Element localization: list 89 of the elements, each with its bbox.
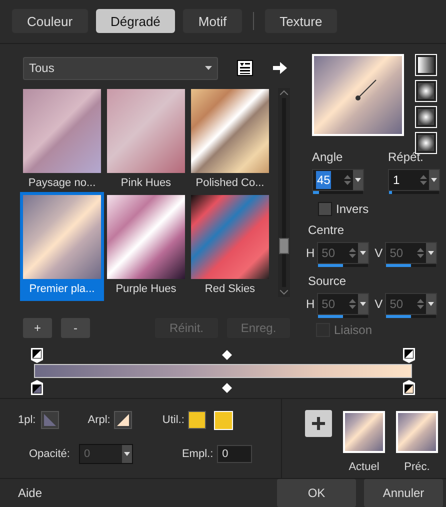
gradient-preview[interactable] — [312, 54, 404, 136]
dialog-button[interactable]: OK — [277, 478, 356, 507]
dropdown-caret-icon[interactable] — [429, 170, 439, 190]
spin-up-icon[interactable] — [416, 248, 424, 252]
field-label: V — [374, 296, 383, 313]
spin-up-icon[interactable] — [416, 298, 424, 303]
scroll-down-icon[interactable] — [280, 290, 288, 295]
gradient-tile[interactable]: Polished Co... — [188, 86, 272, 194]
dialog-button[interactable]: Annuler — [364, 478, 443, 507]
angle-handle-icon[interactable] — [354, 78, 378, 102]
field-label: V — [374, 244, 383, 262]
tab[interactable]: Texture — [264, 9, 338, 34]
midpoint-icon[interactable] — [222, 350, 232, 360]
gradient-swatch[interactable] — [343, 410, 385, 453]
field-label: Répét. — [388, 148, 424, 166]
gradient-swatch[interactable] — [396, 410, 438, 453]
tab[interactable]: Dégradé — [96, 9, 176, 34]
checkbox[interactable] — [318, 202, 332, 216]
help-link[interactable]: Aide — [18, 484, 42, 502]
gradient-bar[interactable] — [34, 364, 412, 378]
field-label: H — [306, 244, 315, 262]
list-view-icon[interactable] — [237, 60, 253, 76]
field-label: Source — [308, 272, 348, 290]
gradient-tile[interactable]: Red Skies — [188, 192, 272, 301]
gradient-tile[interactable]: Premier pla... — [20, 192, 104, 301]
gradient-style-icon[interactable] — [415, 54, 437, 76]
dropdown-caret-icon[interactable] — [358, 242, 368, 263]
tab[interactable]: Motif — [183, 9, 242, 34]
spin-field[interactable]: 45 — [312, 168, 364, 191]
color-stop-icon[interactable] — [402, 347, 416, 364]
spin-up-icon[interactable] — [420, 174, 427, 179]
gradient-name: Premier pla... — [29, 282, 95, 298]
color-label: 1pl: — [18, 413, 36, 428]
foreground-swatch-icon[interactable] — [40, 411, 59, 430]
checkbox-label: Liaison — [334, 322, 372, 339]
spin-field[interactable]: 1 — [388, 168, 440, 191]
stop-button[interactable]: + — [23, 318, 52, 338]
gradient-name: Purple Hues — [116, 282, 176, 298]
spin-down-icon[interactable] — [348, 304, 356, 309]
field-label: Empl.: — [182, 446, 214, 462]
gradient-tile[interactable]: Paysage no... — [20, 86, 104, 194]
checkbox-label: Invers — [336, 200, 369, 218]
color-stop-icon[interactable] — [30, 347, 44, 364]
spin-down-icon[interactable] — [416, 254, 424, 258]
gradient-style-icon[interactable] — [415, 132, 437, 154]
spin-down-icon[interactable] — [348, 254, 356, 258]
gradient-style-icon[interactable] — [415, 106, 437, 128]
dropdown-caret-icon[interactable] — [122, 444, 132, 463]
input-field[interactable]: 0 — [217, 444, 252, 463]
scrollbar-thumb[interactable] — [279, 238, 289, 254]
scrollbar[interactable] — [278, 88, 290, 297]
spin-up-icon[interactable] — [348, 298, 356, 303]
gradient-tile[interactable]: Purple Hues — [104, 192, 188, 301]
scroll-up-icon[interactable] — [280, 90, 288, 95]
spin-down-icon[interactable] — [420, 180, 427, 185]
color-stop-icon[interactable] — [402, 379, 416, 396]
color-swatch-icon[interactable] — [188, 411, 206, 430]
color-stop-icon[interactable] — [30, 379, 44, 396]
spin-up-icon[interactable] — [348, 248, 356, 252]
gradient-name: Red Skies — [204, 282, 256, 298]
color-label: Util.: — [162, 413, 184, 428]
midpoint-icon[interactable] — [222, 383, 232, 394]
gradient-style-icon[interactable] — [415, 80, 437, 102]
arrow-right-icon[interactable] — [273, 62, 287, 74]
dropdown-caret-icon[interactable] — [205, 66, 212, 70]
plus-icon — [312, 416, 325, 430]
gradient-name: Polished Co... — [196, 176, 264, 191]
tab[interactable]: Couleur — [12, 9, 88, 34]
field-label: H — [306, 296, 315, 313]
spin-down-icon[interactable] — [344, 180, 351, 185]
dropdown-caret-icon[interactable] — [426, 294, 436, 314]
swatch-label: Actuel — [348, 460, 380, 475]
field-label: Centre — [308, 222, 346, 239]
background-swatch-icon[interactable] — [114, 411, 132, 430]
category-dropdown[interactable]: Tous — [23, 56, 218, 80]
color-label: Arpl: — [88, 413, 110, 428]
swatch-label: Préc. — [404, 460, 430, 475]
dropdown-caret-icon[interactable] — [358, 294, 368, 314]
field-label: Opacité: — [29, 446, 70, 462]
dropdown-caret-icon[interactable] — [426, 242, 436, 263]
gradient-name: Pink Hues — [120, 176, 172, 191]
dropdown-caret-icon[interactable] — [353, 170, 363, 190]
field-label: Angle — [312, 148, 344, 166]
stop-button[interactable]: - — [61, 318, 90, 338]
spin-up-icon[interactable] — [344, 174, 351, 179]
spin-down-icon[interactable] — [416, 304, 424, 309]
gradient-name: Paysage no... — [28, 176, 96, 191]
add-button[interactable] — [305, 410, 332, 437]
gradient-tile[interactable]: Pink Hues — [104, 86, 188, 194]
